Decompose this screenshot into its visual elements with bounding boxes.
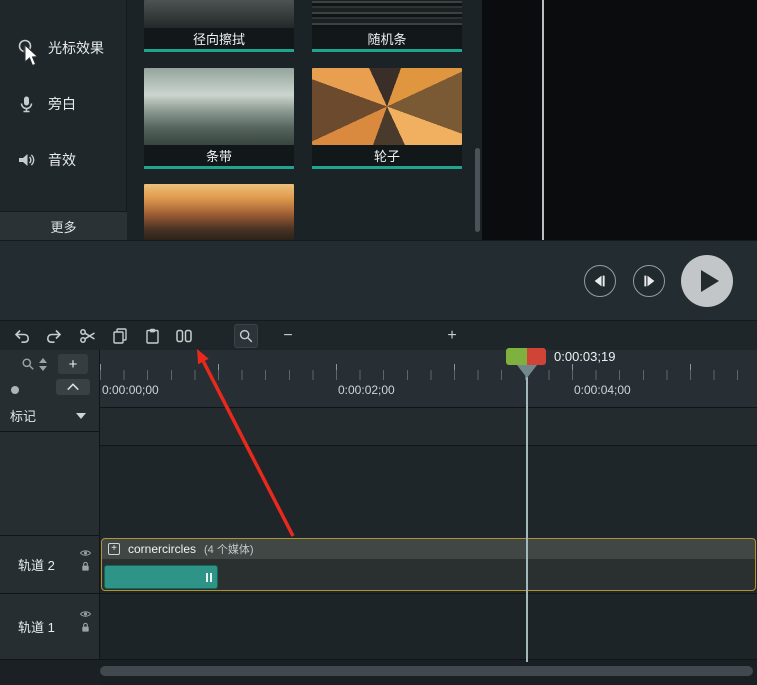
transition-thumb-partial[interactable]	[144, 184, 294, 240]
split-button[interactable]	[172, 324, 196, 348]
ruler-time-label: 0:00:02;00	[338, 383, 395, 397]
split-icon	[174, 326, 194, 346]
sidebar-more-button[interactable]: 更多	[0, 211, 127, 240]
markers-dropdown[interactable]: 标记	[0, 400, 100, 432]
tools-sidebar: 光标效果 旁白 音效 更多	[0, 0, 127, 240]
playhead-line[interactable]	[526, 365, 528, 662]
track-2-lane: + cornercircles (4 个媒体)	[100, 535, 757, 594]
track-height-slider-dot[interactable]	[11, 386, 19, 394]
undo-button[interactable]	[10, 324, 34, 348]
timeline-ruler[interactable]: 0:00:00;00 0:00:02;00 0:00:04;00	[100, 350, 757, 408]
zoom-in-button[interactable]: +	[442, 324, 462, 348]
transition-label: 条带	[144, 145, 294, 169]
zoom-tool-button[interactable]	[234, 324, 258, 348]
track-header-2: 轨道 2	[0, 535, 100, 594]
collapse-tracks-button[interactable]	[56, 379, 90, 395]
redo-icon	[44, 326, 64, 346]
sidebar-item-label: 音效	[48, 152, 76, 168]
playhead-marker[interactable]	[517, 365, 537, 378]
chevron-down-icon	[76, 412, 86, 419]
library-scrollbar[interactable]	[475, 148, 480, 232]
next-frame-icon	[639, 271, 659, 291]
add-track-button[interactable]: +	[58, 354, 88, 374]
canvas-edge-line	[542, 0, 544, 240]
previous-frame-icon	[590, 271, 610, 291]
track-label: 轨道 1	[18, 620, 55, 635]
magnifier-icon	[237, 327, 255, 345]
transition-thumb-stripes[interactable]	[144, 68, 294, 145]
track-height-down-icon[interactable]	[39, 366, 47, 371]
redo-button[interactable]	[42, 324, 66, 348]
playhead-out-handle[interactable]	[527, 348, 546, 365]
transition-thumb-radial-wipe[interactable]	[144, 0, 294, 28]
preview-canvas	[482, 0, 757, 240]
group-media-count: (4 个媒体)	[204, 544, 254, 556]
playhead-time-label: 0:00:03;19	[554, 349, 616, 364]
timeline-clip[interactable]	[104, 565, 218, 589]
track2-lock-icon[interactable]	[80, 561, 91, 572]
sidebar-item-sound-effects[interactable]: 音效	[0, 132, 127, 188]
cut-button[interactable]	[76, 324, 100, 348]
transition-label: 径向擦拭	[144, 28, 294, 52]
sidebar-item-narration[interactable]: 旁白	[0, 76, 127, 132]
track-label: 轨道 2	[18, 558, 55, 573]
copy-icon	[110, 326, 130, 346]
timeline-empty-area	[100, 446, 757, 535]
paste-icon	[142, 326, 162, 346]
scissors-icon	[78, 326, 98, 346]
track-height-magnifier-icon[interactable]	[20, 356, 36, 372]
timeline-toolbar: − +	[0, 320, 757, 661]
play-button[interactable]	[681, 255, 733, 307]
sidebar-item-cursor-effects[interactable]: 光标效果	[0, 20, 127, 76]
track1-lock-icon[interactable]	[80, 622, 91, 633]
playhead-in-handle[interactable]	[506, 348, 527, 365]
undo-icon	[12, 326, 32, 346]
track-1-lane	[100, 594, 757, 660]
group-expand-button[interactable]: +	[108, 543, 120, 555]
media-group-header: + cornercircles (4 个媒体)	[102, 539, 755, 559]
ruler-time-label: 0:00:04;00	[574, 383, 631, 397]
zoom-out-button[interactable]: −	[278, 324, 298, 348]
timeline-area: 0:00:00;00 0:00:02;00 0:00:04;00 + corne…	[100, 350, 757, 685]
track1-visibility-eye-icon[interactable]	[79, 609, 92, 619]
microphone-icon	[16, 94, 36, 114]
ruler-minor-ticks	[100, 370, 757, 380]
track-height-up-icon[interactable]	[39, 358, 47, 363]
clip-trim-grip	[204, 571, 214, 583]
play-icon	[681, 255, 733, 307]
markers-label: 标记	[10, 409, 37, 424]
next-frame-button[interactable]	[633, 265, 665, 297]
previous-frame-button[interactable]	[584, 265, 616, 297]
transitions-panel: 径向擦拭 随机条 条带 轮子	[127, 0, 482, 240]
copy-button[interactable]	[108, 324, 132, 348]
track-header-1: 轨道 1	[0, 594, 100, 660]
group-name: cornercircles	[128, 542, 197, 556]
ruler-time-label: 0:00:00;00	[102, 383, 159, 397]
app-window: 光标效果 旁白 音效 更多 径向擦拭 随机条 条带 轮子 − + + 标记 轨道…	[0, 0, 757, 685]
media-group[interactable]: + cornercircles (4 个媒体)	[101, 538, 756, 591]
transition-label: 轮子	[312, 145, 462, 169]
transition-thumb-wheel[interactable]	[312, 68, 462, 145]
marker-strip	[100, 408, 757, 446]
chevron-up-icon	[66, 382, 80, 392]
speaker-icon	[16, 150, 36, 170]
paste-button[interactable]	[140, 324, 164, 348]
horizontal-scrollbar	[100, 660, 757, 685]
track-header-column: + 标记 轨道 2 轨道 1	[0, 350, 100, 660]
playback-controls-bar	[0, 240, 757, 320]
horizontal-scrollbar-thumb[interactable]	[100, 666, 753, 676]
sidebar-item-label: 光标效果	[48, 40, 104, 56]
transition-label: 随机条	[312, 28, 462, 52]
sidebar-item-label: 旁白	[48, 96, 76, 112]
cursor-effects-icon	[16, 38, 36, 58]
track2-visibility-eye-icon[interactable]	[79, 548, 92, 558]
transition-thumb-random-bars[interactable]	[312, 0, 462, 28]
